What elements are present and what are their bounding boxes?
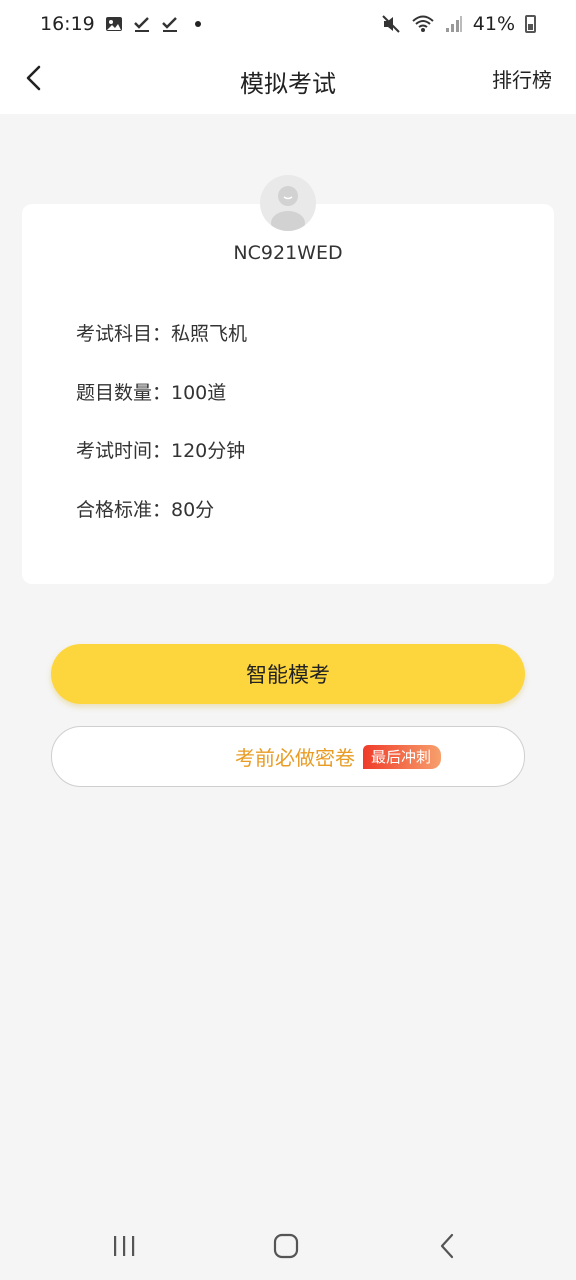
smart-mock-exam-label: 智能模考 xyxy=(246,663,330,687)
final-sprint-badge: 最后冲刺 xyxy=(362,744,441,769)
battery-icon xyxy=(525,15,536,33)
status-right: 41% xyxy=(381,13,536,35)
exam-subject: 考试科目：私照飞机 xyxy=(76,323,248,345)
back-button[interactable] xyxy=(14,58,54,98)
dot-icon xyxy=(194,21,201,27)
recent-apps-button[interactable] xyxy=(104,1230,144,1262)
battery-percent: 41% xyxy=(472,13,515,35)
check-icon xyxy=(161,15,179,33)
passing-score: 合格标准：80分 xyxy=(76,498,215,521)
mute-icon xyxy=(381,14,401,34)
wifi-icon xyxy=(411,14,435,34)
avatar xyxy=(260,175,316,231)
question-count: 题目数量：100道 xyxy=(76,381,227,404)
app-header: 模拟考试 排行榜 xyxy=(0,48,576,114)
username: NC921WED xyxy=(233,242,343,264)
status-bar: 16:19 41% xyxy=(0,0,576,48)
system-back-button[interactable] xyxy=(428,1230,468,1262)
exam-info-list: 考试科目：私照飞机 题目数量：100道 考试时间：120分钟 合格标准：80分 xyxy=(76,320,247,554)
system-nav-bar xyxy=(0,1210,576,1280)
leaderboard-link[interactable]: 排行榜 xyxy=(492,64,552,93)
secret-paper-label: 考前必做密卷 xyxy=(234,746,355,770)
status-left: 16:19 xyxy=(40,13,201,35)
signal-icon xyxy=(445,15,463,33)
check-icon xyxy=(133,15,151,33)
chevron-left-icon xyxy=(26,65,41,91)
status-time: 16:19 xyxy=(40,13,95,35)
user-icon xyxy=(271,186,305,231)
page-title: 模拟考试 xyxy=(240,69,336,98)
image-icon xyxy=(105,15,123,33)
recent-apps-icon xyxy=(114,1236,135,1256)
back-icon xyxy=(440,1233,454,1259)
exam-duration: 考试时间：120分钟 xyxy=(76,440,246,462)
home-button[interactable] xyxy=(266,1230,306,1262)
secret-paper-button[interactable]: 考前必做密卷 最后冲刺 xyxy=(51,726,525,787)
home-icon xyxy=(273,1233,299,1259)
smart-mock-exam-button[interactable]: 智能模考 xyxy=(51,644,525,704)
